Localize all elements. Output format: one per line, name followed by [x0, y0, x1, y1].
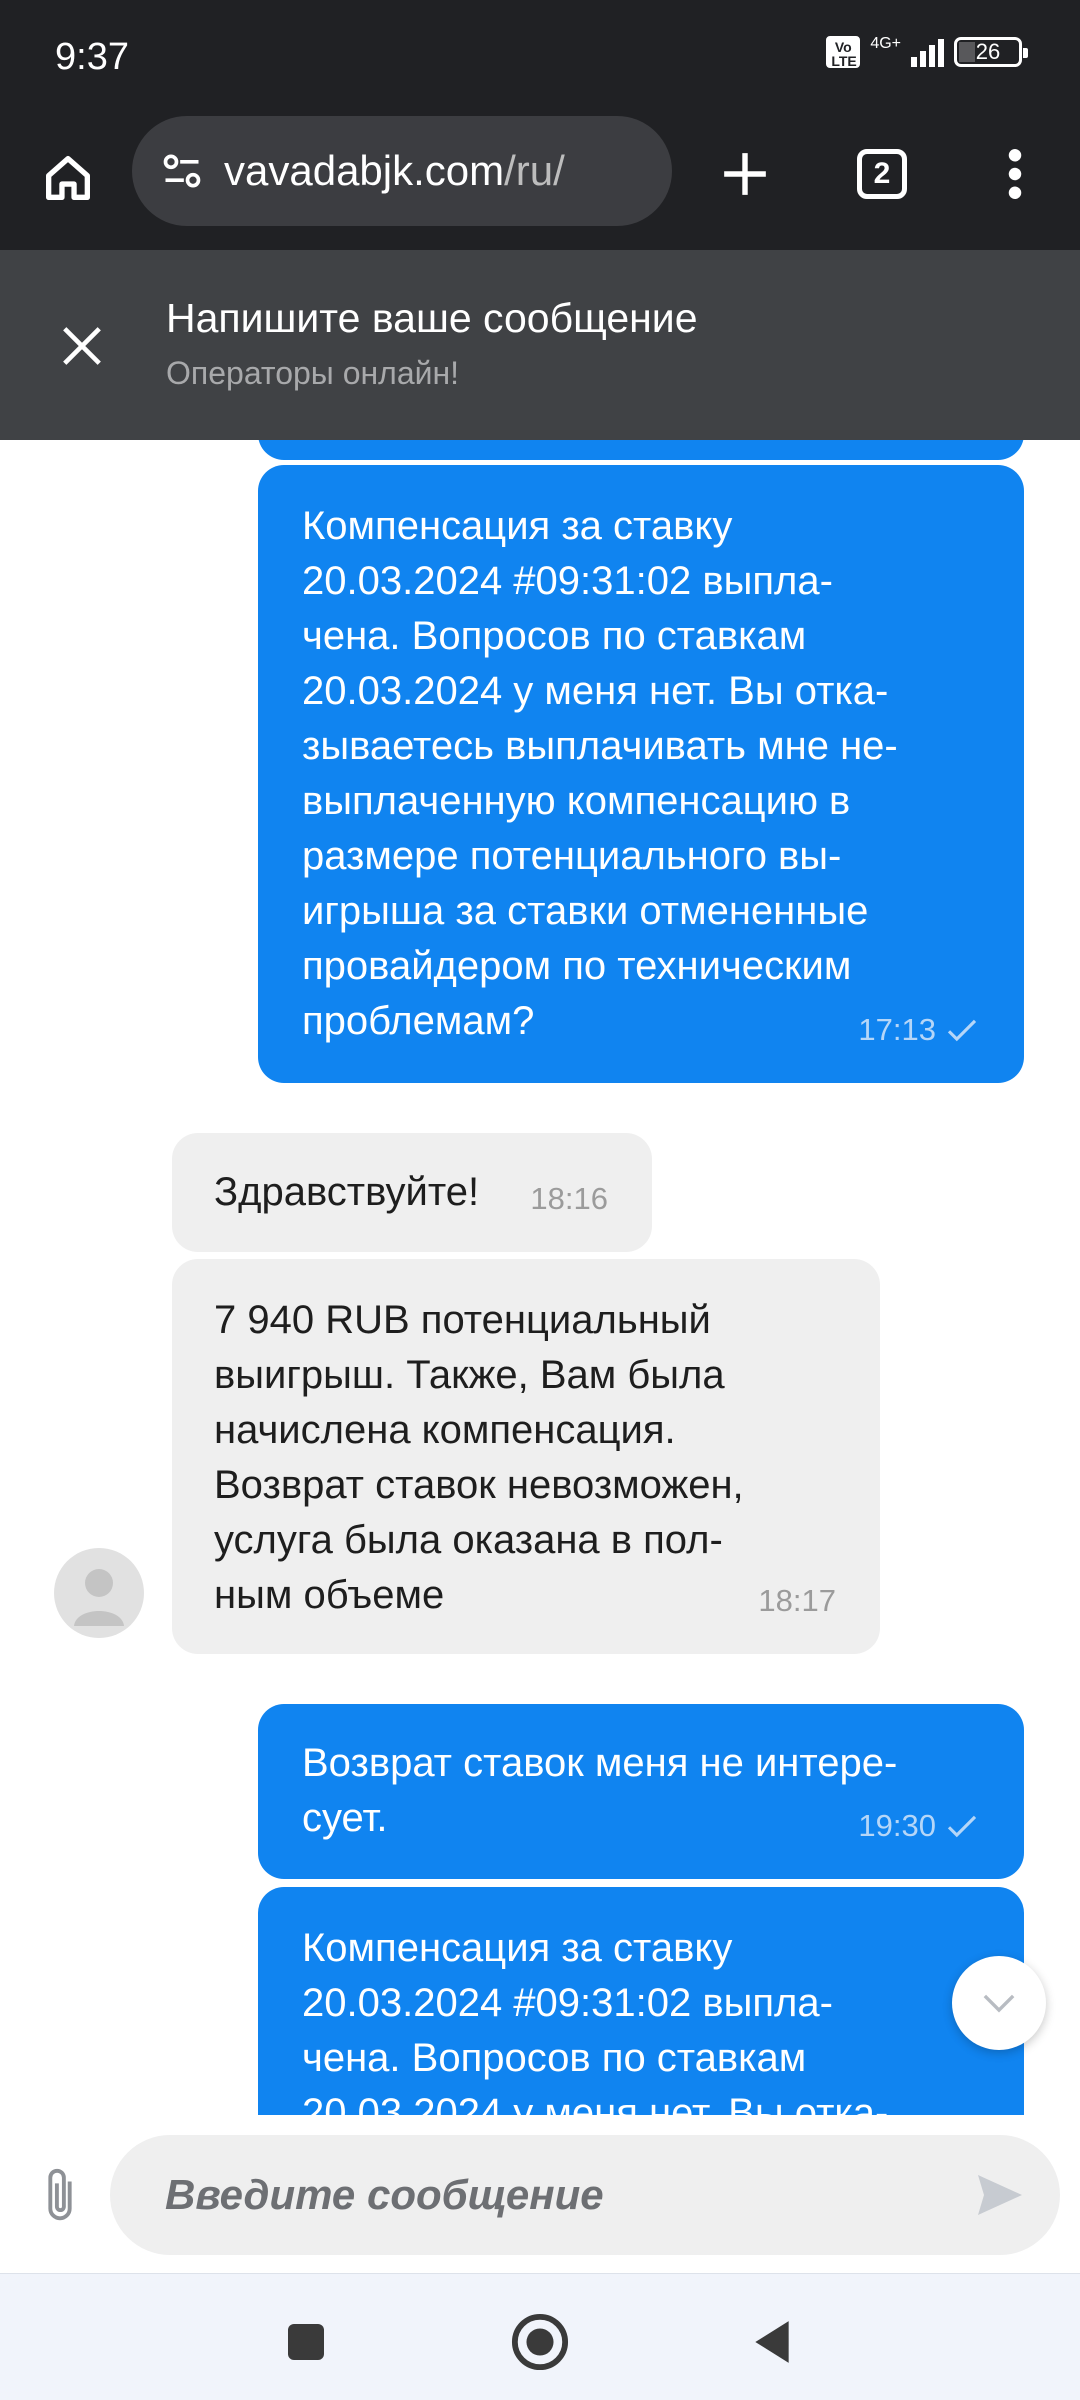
- message-composer: [0, 2115, 1080, 2273]
- message-time: 19:30: [858, 1808, 936, 1843]
- message-time: 18:17: [758, 1583, 836, 1618]
- new-tab-button[interactable]: [705, 134, 785, 214]
- read-check-icon: [947, 1815, 977, 1837]
- status-bar: 9:37 Vo LTE 4G+ 26: [0, 0, 1080, 110]
- scroll-to-bottom-button[interactable]: [952, 1956, 1046, 2050]
- message-meta: 19:30: [858, 1798, 978, 1853]
- address-bar[interactable]: vavadabjk.com/ru/: [132, 116, 672, 226]
- message-time: 18:16: [530, 1181, 608, 1216]
- message-bubble-incoming: Здравствуйте! 18:16: [172, 1133, 652, 1252]
- message-meta: 18:17: [758, 1573, 836, 1628]
- message-bubble-partial: [258, 440, 1024, 460]
- message-bubble-outgoing: Компенсация за ставку 20.03.2024 #09:31:…: [258, 1887, 1024, 2115]
- message-bubble-outgoing: Возврат ставок меня не интере- сует. 19:…: [258, 1704, 1024, 1879]
- message-input[interactable]: [165, 2135, 945, 2255]
- close-chat-button[interactable]: [42, 306, 122, 386]
- battery-level: [959, 42, 976, 62]
- attach-button[interactable]: [28, 2155, 92, 2235]
- back-icon: [755, 2321, 789, 2363]
- message-time: 17:13: [858, 1012, 936, 1047]
- operator-avatar: [54, 1548, 144, 1638]
- home-icon: [46, 156, 90, 200]
- home-nav-button[interactable]: [500, 2302, 580, 2382]
- home-button[interactable]: [28, 138, 108, 218]
- chevron-down-icon: [983, 1994, 1015, 2013]
- tabs-button[interactable]: 2: [842, 134, 922, 214]
- browser-toolbar: vavadabjk.com/ru/ 2: [0, 110, 1080, 250]
- send-icon: [978, 2175, 1022, 2215]
- message-bubble-incoming: 7 940 RUB потенциальный выигрыш. Также, …: [172, 1259, 880, 1654]
- url-domain: vavadabjk.com: [224, 147, 505, 194]
- message-list[interactable]: Компенсация за ставку 20.03.2024 #09:31:…: [0, 440, 1080, 2115]
- battery-percent: 26: [975, 39, 1001, 64]
- tabs-icon: 2: [857, 149, 907, 199]
- network-type: 4G+: [870, 35, 901, 52]
- message-bubble-outgoing: Компенсация за ставку 20.03.2024 #09:31:…: [258, 465, 1024, 1083]
- close-icon: [63, 327, 101, 365]
- back-button[interactable]: [732, 2302, 812, 2382]
- system-navigation-bar: [0, 2273, 1080, 2400]
- plus-icon: [724, 153, 766, 195]
- status-indicators: Vo LTE 4G+ 26: [826, 35, 1028, 68]
- home-circle-icon: [511, 2313, 569, 2371]
- more-vertical-icon: [1008, 149, 1022, 199]
- message-meta: 18:16: [530, 1171, 608, 1226]
- send-button[interactable]: [970, 2165, 1030, 2225]
- status-time: 9:37: [55, 36, 129, 78]
- url-path: /ru/: [504, 147, 565, 194]
- chat-header: Напишите ваше сообщение Операторы онлайн…: [0, 250, 1080, 440]
- recents-icon: [288, 2324, 324, 2360]
- user-placeholder-icon: [74, 1569, 124, 1626]
- recents-button[interactable]: [266, 2302, 346, 2382]
- paperclip-icon: [48, 2168, 72, 2221]
- browser-menu-button[interactable]: [975, 134, 1055, 214]
- message-text: Компенсация за ставку 20.03.2024 #09:31:…: [302, 504, 898, 1043]
- battery-icon: 26: [954, 37, 1028, 67]
- volte-badge: Vo LTE: [826, 36, 861, 68]
- read-check-icon: [947, 1019, 977, 1041]
- message-text: Компенсация за ставку 20.03.2024 #09:31:…: [302, 1926, 889, 2115]
- signal-strength-icon: [911, 37, 944, 67]
- message-meta: 17:13: [858, 1002, 978, 1057]
- chat-subtitle: Операторы онлайн!: [166, 355, 460, 391]
- chat-title: Напишите ваше сообщение: [166, 295, 698, 341]
- tab-count: 2: [873, 157, 891, 190]
- site-settings-icon[interactable]: [160, 149, 204, 193]
- url-text[interactable]: vavadabjk.com/ru/: [224, 147, 565, 195]
- message-input-container: [110, 2135, 1060, 2255]
